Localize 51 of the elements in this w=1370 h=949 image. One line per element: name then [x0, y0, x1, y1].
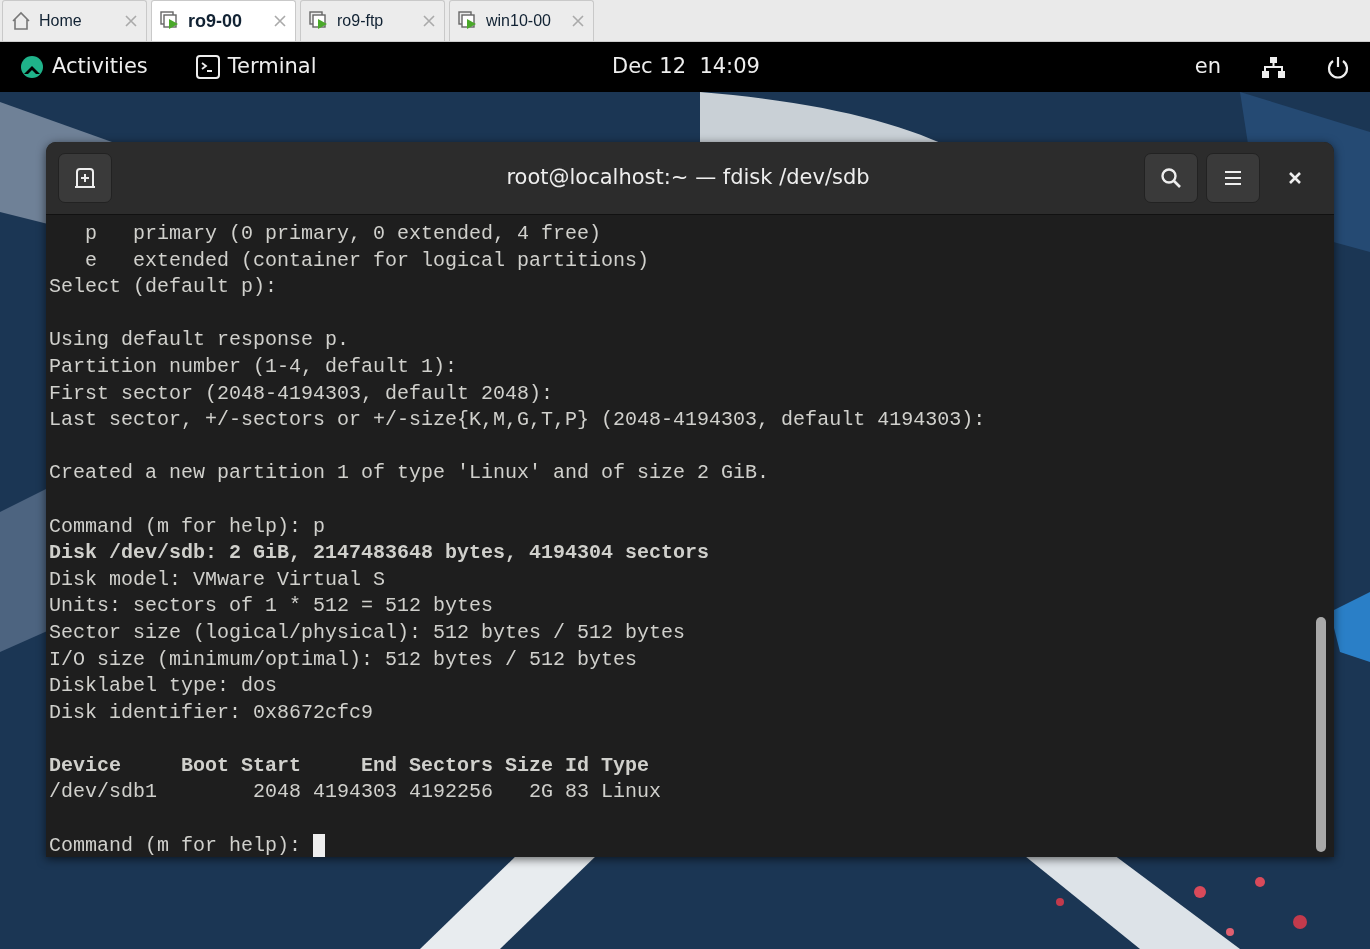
terminal-line: Disk identifier: 0x8672cfc9 [49, 699, 374, 726]
network-icon[interactable] [1261, 55, 1286, 79]
terminal-line: Created a new partition 1 of type 'Linux' and of size 2 GiB. [49, 460, 770, 487]
terminal-line: Units: sectors of 1 * 512 = 512 bytes [49, 593, 494, 620]
new-tab-button[interactable] [58, 153, 112, 203]
terminal-line: Using default response p. [49, 327, 350, 354]
activities-button[interactable]: Activities [20, 51, 148, 83]
terminal-line: p primary (0 primary, 0 extended, 4 free) [84, 221, 602, 247]
terminal-line: Sector size (logical/physical): 512 bytes / 512 bytes [49, 619, 686, 646]
tab-label: ro9-ftp [337, 11, 384, 31]
vm-icon [309, 11, 329, 31]
tab-label: ro9-00 [188, 9, 243, 33]
vm-icon [160, 11, 180, 31]
browser-tab[interactable]: ro9-00 [151, 0, 296, 41]
tab-label: win10-00 [486, 11, 551, 31]
home-icon [11, 11, 31, 31]
terminal-line: I/O size (minimum/optimal): 512 bytes / 512 bytes [49, 646, 638, 673]
terminal-line: Disk model: VMware Virtual S [49, 566, 386, 593]
browser-tab[interactable]: ro9-ftp [300, 0, 445, 41]
new-tab-icon [73, 166, 97, 190]
terminal-line: Disk /dev/sdb: 2 GiB, 2147483648 bytes, 4194304 sectors [49, 540, 710, 567]
terminal-line: Select (default p): [49, 274, 278, 301]
search-icon [1160, 167, 1182, 189]
browser-tab[interactable]: win10-00 [449, 0, 594, 41]
language-indicator[interactable]: en [1194, 51, 1221, 83]
terminal-line: Partition number (1-4, default 1): [49, 353, 458, 380]
text-cursor [313, 833, 326, 857]
terminal-icon [195, 55, 220, 79]
close-icon [1287, 170, 1303, 186]
search-button[interactable] [1144, 153, 1198, 203]
terminal-line: /dev/sdb1 2048 4194303 4192256 2G 83 Linux [49, 779, 662, 806]
app-label: Terminal [227, 53, 317, 81]
browser-tab[interactable]: Home [2, 0, 147, 41]
menu-icon [1223, 168, 1243, 188]
scrollbar-thumb[interactable] [1316, 617, 1326, 852]
terminal-line: Command (m for help): [49, 832, 303, 857]
tab-label: Home [39, 11, 82, 31]
menu-button[interactable] [1206, 153, 1260, 203]
logo-icon [20, 55, 44, 79]
activities-label: Activities [52, 53, 148, 81]
terminal-line: Command (m for help): p [49, 513, 326, 540]
terminal-line: Disklabel type: dos [49, 673, 278, 700]
terminal-line: Last sector, +/-sectors or +/-size{K,M,G,T,P} (2048-4194303, default 4194303): [49, 407, 986, 434]
terminal-line: Device Boot Start End Sectors Size Id Type [49, 752, 650, 779]
terminal-line: First sector (2048-4194303, default 2048): [49, 380, 554, 407]
app-menu[interactable]: Terminal [195, 51, 317, 83]
clock[interactable]: Dec 12 14:09 [612, 51, 760, 83]
terminal-line: e extended (container for logical partitions) [84, 247, 650, 274]
power-icon[interactable] [1326, 55, 1350, 79]
vm-icon [458, 11, 478, 31]
window-title: root@localhost:~ — fdisk /dev/sdb [505, 164, 871, 192]
